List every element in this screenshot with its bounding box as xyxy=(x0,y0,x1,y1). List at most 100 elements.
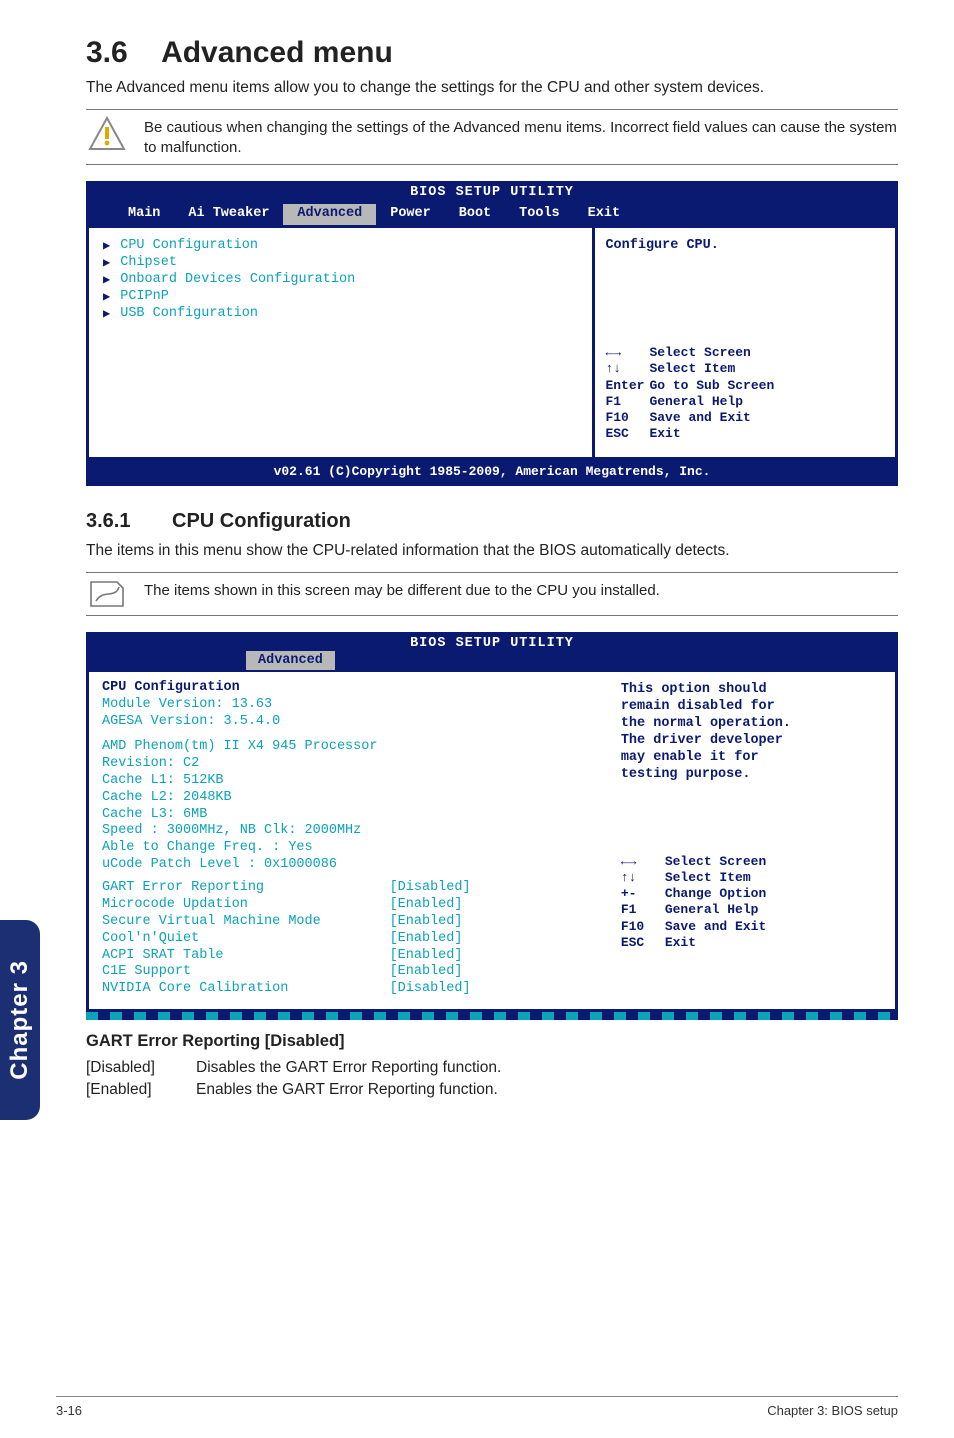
cpu-info-line: Cache L2: 2048KB xyxy=(102,790,598,807)
key-desc: Select Item xyxy=(649,361,885,377)
warning-icon xyxy=(86,116,128,152)
bios-title: BIOS SETUP UTILITY xyxy=(86,632,898,653)
key-desc: General Help xyxy=(665,902,882,918)
bios-tab-main[interactable]: Main xyxy=(114,204,174,225)
cpu-info-line: Speed : 3000MHz, NB Clk: 2000MHz xyxy=(102,823,598,840)
subsection-heading: 3.6.1CPU Configuration xyxy=(86,510,898,533)
cpu-info-line: Module Version: 13.63 xyxy=(102,697,598,714)
bios-title: BIOS SETUP UTILITY xyxy=(86,181,898,202)
setting-secure-virtual-machine-mode[interactable]: Secure Virtual Machine Mode[Enabled] xyxy=(102,914,598,931)
key: ↑↓ xyxy=(621,870,665,886)
key-desc: Exit xyxy=(649,426,885,442)
menu-item-cpu-configuration[interactable]: ▶CPU Configuration xyxy=(103,238,580,255)
option-description: Enables the GART Error Reporting functio… xyxy=(196,1079,511,1101)
bios-menu-panel: ▶CPU Configuration ▶Chipset ▶Onboard Dev… xyxy=(89,228,592,456)
key: ESC xyxy=(621,935,665,951)
menu-item-onboard-devices[interactable]: ▶Onboard Devices Configuration xyxy=(103,272,580,289)
submenu-icon: ▶ xyxy=(103,239,110,254)
key-desc: Save and Exit xyxy=(649,410,885,426)
option-heading-gart: GART Error Reporting [Disabled] xyxy=(86,1032,898,1051)
key-desc: Change Option xyxy=(665,886,882,902)
bios-tab-advanced[interactable]: Advanced xyxy=(283,204,376,225)
cpu-config-header: CPU Configuration xyxy=(102,680,598,697)
menu-item-chipset[interactable]: ▶Chipset xyxy=(103,255,580,272)
option-value: [Enabled] xyxy=(86,1079,196,1101)
cpu-info-line: AMD Phenom(tm) II X4 945 Processor xyxy=(102,739,598,756)
menu-item-usb-configuration[interactable]: ▶USB Configuration xyxy=(103,306,580,323)
help-text-line: the normal operation. xyxy=(621,716,882,733)
help-text-line: may enable it for xyxy=(621,750,882,767)
section-heading: 3.6 Advanced menu xyxy=(86,36,898,70)
bios-tab-exit[interactable]: Exit xyxy=(574,204,634,225)
section-title-text: Advanced menu xyxy=(161,36,393,69)
help-text-line: remain disabled for xyxy=(621,699,882,716)
key: F10 xyxy=(621,919,665,935)
key: ESC xyxy=(605,426,649,442)
setting-microcode-updation[interactable]: Microcode Updation[Enabled] xyxy=(102,897,598,914)
bios-tab-tools[interactable]: Tools xyxy=(505,204,574,225)
key: ↑↓ xyxy=(605,361,649,377)
bios-help-panel: Configure CPU. ←→Select Screen ↑↓Select … xyxy=(595,228,895,456)
submenu-icon: ▶ xyxy=(103,290,110,305)
option-table-gart: [Disabled] Disables the GART Error Repor… xyxy=(86,1057,511,1101)
setting-nvidia-core-calibration[interactable]: NVIDIA Core Calibration[Disabled] xyxy=(102,981,598,998)
submenu-icon: ▶ xyxy=(103,273,110,288)
cpu-info-line: Cache L1: 512KB xyxy=(102,773,598,790)
table-row: [Enabled] Enables the GART Error Reporti… xyxy=(86,1079,511,1101)
bios-screen-cpu-config: BIOS SETUP UTILITY Advanced CPU Configur… xyxy=(86,632,898,1021)
cpu-info-line: Revision: C2 xyxy=(102,756,598,773)
bios-help-keys: ←→Select Screen ↑↓Select Item EnterGo to… xyxy=(605,345,885,443)
setting-gart-error-reporting[interactable]: GART Error Reporting[Disabled] xyxy=(102,880,598,897)
key-desc: Select Screen xyxy=(665,854,882,870)
key: Enter xyxy=(605,378,649,394)
cpu-info-line: AGESA Version: 3.5.4.0 xyxy=(102,714,598,731)
bios-help-panel: This option should remain disabled for t… xyxy=(611,672,892,1006)
bios-tab-aitweaker[interactable]: Ai Tweaker xyxy=(174,204,283,225)
table-row: [Disabled] Disables the GART Error Repor… xyxy=(86,1057,511,1079)
warning-callout: Be cautious when changing the settings o… xyxy=(86,109,898,166)
bios-help-keys: ←→Select Screen ↑↓Select Item +-Change O… xyxy=(621,854,882,952)
menu-item-pcipnp[interactable]: ▶PCIPnP xyxy=(103,289,580,306)
cpu-info-line: Able to Change Freq. : Yes xyxy=(102,840,598,857)
bios-screen-advanced: BIOS SETUP UTILITY Main Ai Tweaker Advan… xyxy=(86,181,898,485)
submenu-icon: ▶ xyxy=(103,307,110,322)
help-text-line: This option should xyxy=(621,682,882,699)
setting-c1e-support[interactable]: C1E Support[Enabled] xyxy=(102,964,598,981)
bios-cpu-info-panel: CPU Configuration Module Version: 13.63 … xyxy=(92,672,608,1006)
key-desc: General Help xyxy=(649,394,885,410)
key-desc: Select Screen xyxy=(649,345,885,361)
bios-tab-power[interactable]: Power xyxy=(376,204,445,225)
bios-copyright-footer: v02.61 (C)Copyright 1985-2009, American … xyxy=(86,460,898,486)
bios-bottom-dash xyxy=(86,1012,898,1020)
warning-text: Be cautious when changing the settings o… xyxy=(144,116,898,159)
key: +- xyxy=(621,886,665,902)
bios-tab-advanced[interactable]: Advanced xyxy=(246,651,335,670)
cpu-info-line: uCode Patch Level : 0x1000086 xyxy=(102,857,598,874)
note-text: The items shown in this screen may be di… xyxy=(144,579,660,601)
section-number: 3.6 xyxy=(86,36,128,69)
cpu-info-line: Cache L3: 6MB xyxy=(102,807,598,824)
option-description: Disables the GART Error Reporting functi… xyxy=(196,1057,511,1079)
intro-paragraph: The Advanced menu items allow you to cha… xyxy=(86,78,898,99)
bios-tabs: Main Ai Tweaker Advanced Power Boot Tool… xyxy=(86,202,898,228)
note-callout: The items shown in this screen may be di… xyxy=(86,572,898,616)
submenu-icon: ▶ xyxy=(103,256,110,271)
subsection-title: CPU Configuration xyxy=(172,510,351,532)
option-value: [Disabled] xyxy=(86,1057,196,1079)
footer-chapter-label: Chapter 3: BIOS setup xyxy=(767,1403,898,1418)
subsection-number: 3.6.1 xyxy=(86,510,172,533)
setting-cool-n-quiet[interactable]: Cool'n'Quiet[Enabled] xyxy=(102,931,598,948)
note-icon xyxy=(86,579,128,609)
help-text-line: The driver developer xyxy=(621,733,882,750)
key-desc: Exit xyxy=(665,935,882,951)
key-desc: Save and Exit xyxy=(665,919,882,935)
key: F1 xyxy=(605,394,649,410)
key-desc: Select Item xyxy=(665,870,882,886)
bios-tab-boot[interactable]: Boot xyxy=(445,204,505,225)
help-text-line: testing purpose. xyxy=(621,767,882,784)
page-number: 3-16 xyxy=(56,1403,82,1418)
key: F1 xyxy=(621,902,665,918)
setting-acpi-srat-table[interactable]: ACPI SRAT Table[Enabled] xyxy=(102,948,598,965)
subsection-intro: The items in this menu show the CPU-rela… xyxy=(86,541,898,562)
key-desc: Go to Sub Screen xyxy=(649,378,885,394)
